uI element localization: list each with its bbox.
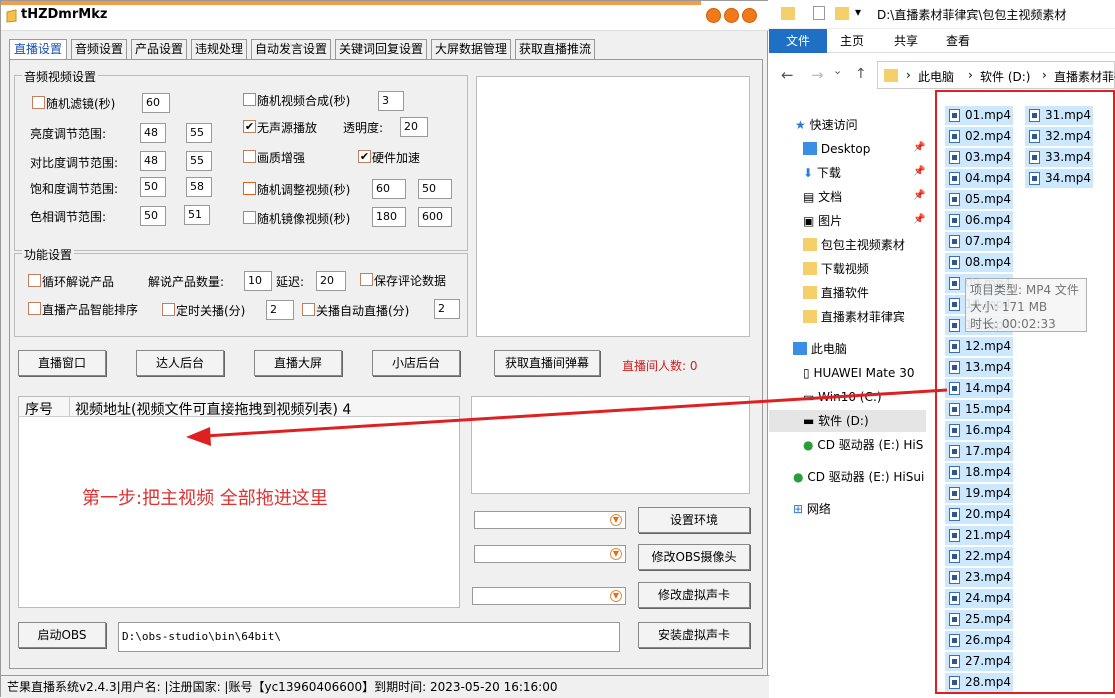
arrow-line	[204, 388, 948, 438]
arrow-head	[186, 427, 211, 446]
drag-arrow	[186, 388, 948, 446]
